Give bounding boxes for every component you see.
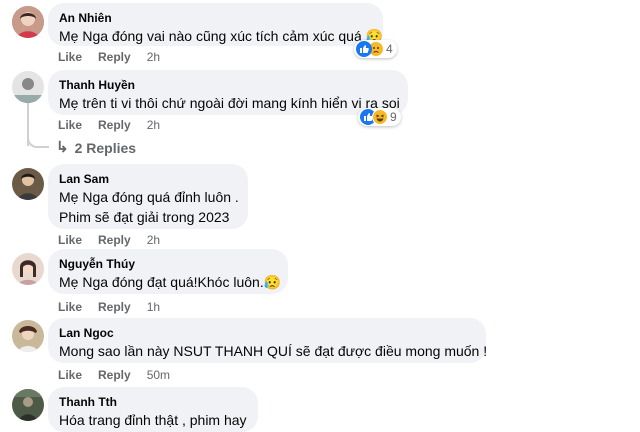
comment-text: Mẹ Nga đóng vai nào cũng xúc tích cảm xú…	[59, 28, 384, 44]
reply-button[interactable]: Reply	[98, 299, 131, 315]
comment-text: Phim sẽ đạt giải trong 2023	[59, 209, 230, 225]
reaction-summary[interactable]: 9	[358, 108, 401, 126]
comment-bubble: Thanh Huyền Mẹ trên ti vi thôi chứ ngoài…	[48, 70, 408, 115]
comment-actions: Like Reply 1h	[58, 299, 160, 315]
like-button[interactable]: Like	[58, 49, 82, 65]
avatar[interactable]	[12, 6, 44, 38]
timestamp[interactable]: 2h	[147, 117, 160, 133]
haha-icon	[372, 109, 388, 125]
like-icon	[356, 41, 372, 57]
reaction-count: 4	[386, 42, 393, 56]
avatar[interactable]	[12, 320, 44, 352]
comment-text: Mẹ Nga đóng quá đỉnh luôn .	[59, 189, 239, 205]
comment-text: Hóa trang đỉnh thật , phim hay	[59, 412, 247, 428]
avatar[interactable]	[12, 71, 44, 103]
reply-button[interactable]: Reply	[98, 367, 131, 383]
like-button[interactable]: Like	[58, 367, 82, 383]
comment-author[interactable]: Lan Sam	[59, 171, 237, 187]
timestamp[interactable]: 50m	[147, 367, 170, 383]
avatar[interactable]	[12, 168, 44, 200]
comment-bubble: Nguyễn Thúy Mẹ Nga đóng đạt quá!Khóc luô…	[48, 249, 288, 294]
comment-bubble: An Nhiên Mẹ Nga đóng vai nào cũng xúc tí…	[48, 3, 383, 46]
comment-text: Mong sao lần này NSUT THANH QUÍ sẽ đạt đ…	[59, 343, 488, 359]
view-replies-link[interactable]: ↳ 2 Replies	[56, 139, 136, 157]
replies-count: 2 Replies	[74, 140, 137, 156]
comment-author[interactable]: An Nhiên	[59, 10, 372, 26]
reaction-count: 9	[390, 110, 397, 124]
comment-author[interactable]: Thanh Tth	[59, 394, 247, 410]
reaction-summary[interactable]: 4	[354, 40, 397, 58]
timestamp[interactable]: 2h	[147, 49, 160, 65]
reply-button[interactable]: Reply	[98, 117, 131, 133]
like-button[interactable]: Like	[58, 299, 82, 315]
timestamp[interactable]: 1h	[147, 299, 160, 315]
comment-text: Mẹ trên ti vi thôi chứ ngoài đời mang kí…	[59, 95, 400, 111]
reply-button[interactable]: Reply	[98, 49, 131, 65]
like-button[interactable]: Like	[58, 117, 82, 133]
reply-arrow-icon: ↳	[56, 139, 69, 156]
comment-author[interactable]: Thanh Huyền	[59, 77, 397, 93]
comment-bubble: Lan Ngoc Mong sao lần này NSUT THANH QUÍ…	[48, 318, 488, 363]
comment-author[interactable]: Nguyễn Thúy	[59, 256, 277, 272]
comment-author[interactable]: Lan Ngoc	[59, 325, 475, 341]
comment-bubble: Lan Sam Mẹ Nga đóng quá đỉnh luôn . Phim…	[48, 164, 248, 229]
thread-connector	[27, 132, 49, 148]
avatar[interactable]	[12, 389, 44, 421]
comment-text: Mẹ Nga đóng đạt quá!Khóc luôn.😥	[59, 274, 282, 290]
comment-actions: Like Reply 2h	[58, 117, 160, 133]
timestamp[interactable]: 2h	[147, 232, 160, 248]
reply-button[interactable]: Reply	[98, 232, 131, 248]
comment-bubble: Thanh Tth Hóa trang đỉnh thật , phim hay	[48, 387, 258, 432]
avatar[interactable]	[12, 253, 44, 285]
comment-actions: Like Reply 2h	[58, 49, 160, 65]
like-button[interactable]: Like	[58, 232, 82, 248]
comment-actions: Like Reply 50m	[58, 367, 170, 383]
comment-actions: Like Reply 2h	[58, 232, 160, 248]
